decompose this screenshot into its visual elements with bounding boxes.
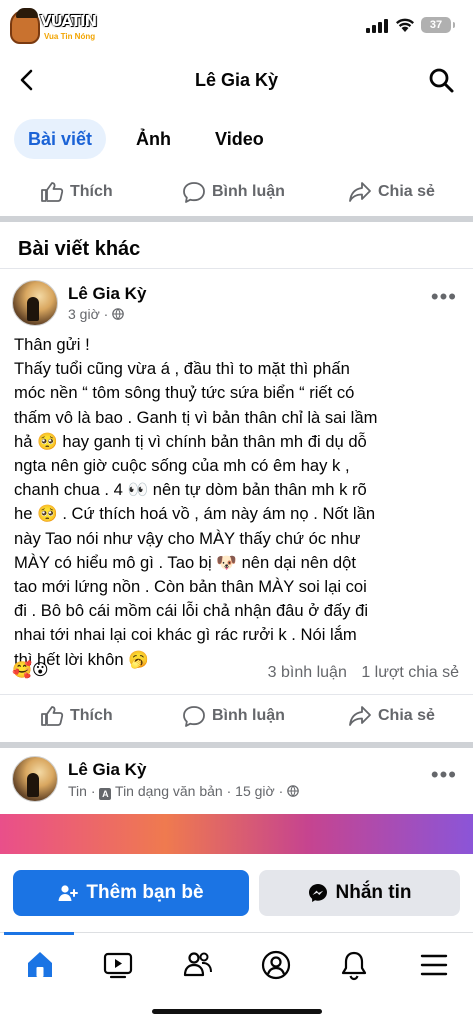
post-line: nhai tới nhai lại coi khác gì rác rưởi k… — [14, 625, 357, 645]
post-author[interactable]: Lê Gia Kỳ — [68, 284, 146, 304]
profile-tabs: Bài viết Ảnh Video — [14, 118, 294, 160]
author-avatar[interactable] — [12, 280, 58, 326]
page-title: Lê Gia Kỳ — [194, 70, 279, 90]
story-preview[interactable] — [0, 814, 473, 854]
post-actions-top: Thích Bình luận Chia sẻ — [0, 172, 473, 212]
profile-icon[interactable] — [260, 949, 292, 981]
comment-label: Bình luận — [212, 707, 285, 724]
tab-photos[interactable]: Ảnh — [122, 119, 185, 159]
header-divider — [0, 268, 473, 269]
tab-videos[interactable]: Video — [201, 119, 278, 159]
home-indicator — [152, 1009, 322, 1014]
post-line: này Tao nói như vậy cho MÀY thấy chứ óc … — [14, 528, 361, 548]
engagement-counts: 3 bình luận 1 lượt chia sẻ — [258, 664, 459, 682]
author-avatar[interactable] — [12, 756, 58, 802]
more-options-icon[interactable]: ••• — [431, 286, 457, 308]
section-divider — [0, 216, 473, 222]
section-title: Bài viết khác — [18, 238, 141, 260]
wifi-icon — [396, 18, 414, 32]
comment-label: Bình luận — [212, 183, 285, 200]
globe-icon — [112, 308, 125, 320]
search-icon[interactable] — [427, 66, 455, 94]
post-line: he 🥺 . Cứ thích hoá vồ , ám này ám nọ . … — [14, 504, 376, 524]
post-line: móc nền “ tôm sông thuỷ tức sứa biển “ r… — [14, 383, 355, 403]
tab-posts[interactable]: Bài viết — [14, 119, 107, 159]
more-options-icon[interactable]: ••• — [431, 764, 457, 786]
post-line: chanh chua . 4 👀 nên tự dòm bản thân mh … — [14, 480, 367, 500]
like-label: Thích — [70, 707, 113, 724]
watermark-brand: VUATIN — [40, 12, 97, 30]
watermark-logo: VUATIN Vua Tin Nóng — [10, 8, 105, 46]
post-line: Thân gửi ! — [14, 335, 90, 354]
share-icon — [349, 706, 371, 726]
post-body: Thân gửi ! Thấy tuổi cũng vừa á , đầu th… — [14, 333, 464, 672]
watermark-mascot — [10, 8, 40, 44]
globe-icon — [287, 785, 299, 797]
like-label: Thích — [70, 183, 113, 200]
post-actions: Thích Bình luận Chia sẻ — [0, 696, 473, 736]
post-line: ngta nên giờ cuộc sống của mh có êm hay … — [14, 456, 350, 476]
comment-icon — [183, 706, 205, 727]
comment-count[interactable]: 3 bình luận — [268, 664, 347, 681]
like-button[interactable]: Thích — [40, 696, 113, 736]
thumbs-up-icon — [41, 182, 64, 202]
share-label: Chia sẻ — [378, 707, 435, 724]
post-line: đi . Bô bô cái mồm cái lỗi chả nhận đâu … — [14, 601, 369, 621]
comment-button[interactable]: Bình luận — [182, 172, 285, 212]
post-timestamp: 3 giờ · — [68, 306, 125, 322]
post-line: thấm vô là bao . Ganh tị vì bản thân chỉ… — [14, 407, 378, 427]
nav-active-indicator — [4, 932, 74, 935]
text-story-icon: A — [99, 788, 112, 800]
post-divider — [0, 694, 473, 695]
share-button[interactable]: Chia sẻ — [348, 696, 435, 736]
share-label: Chia sẻ — [378, 183, 435, 200]
share-count[interactable]: 1 lượt chia sẻ — [361, 664, 459, 681]
bell-icon[interactable] — [338, 949, 370, 981]
share-button[interactable]: Chia sẻ — [348, 172, 435, 212]
comment-icon — [183, 182, 205, 203]
message-button[interactable]: Nhắn tin — [259, 870, 460, 916]
messenger-icon — [308, 884, 327, 902]
video-icon[interactable] — [102, 949, 134, 981]
share-icon — [349, 182, 371, 202]
post-line: hả 🥺 hay ganh tị vì chính bản thân mh đi… — [14, 431, 367, 451]
like-button[interactable]: Thích — [40, 172, 113, 212]
cellular-signal-icon — [366, 19, 388, 33]
menu-icon[interactable] — [418, 949, 450, 981]
thumbs-up-icon — [41, 706, 64, 726]
home-icon[interactable] — [24, 949, 56, 981]
status-bar: VUATIN Vua Tin Nóng 37 — [0, 0, 473, 52]
comment-button[interactable]: Bình luận — [182, 696, 285, 736]
watermark-tagline: Vua Tin Nóng — [44, 32, 96, 41]
profile-header: Lê Gia Kỳ — [0, 56, 473, 104]
post-line: tao mới lứng nồn . Còn bản thân MÀY soi … — [14, 577, 367, 597]
post-line: Thấy tuổi cũng vừa á , đầu thì to mặt th… — [14, 359, 350, 379]
section-divider — [0, 742, 473, 748]
reaction-icons[interactable]: 🥰😮 — [12, 660, 49, 680]
add-friend-button[interactable]: Thêm bạn bè — [13, 870, 249, 916]
battery-indicator: 37 — [421, 17, 455, 33]
post-line: MÀY có hiểu mô gì . Tao bị 🐶 nên dại nên… — [14, 552, 356, 572]
friends-icon[interactable] — [182, 949, 214, 981]
post-meta: Tin · A Tin dạng văn bản · 15 giờ · — [68, 783, 299, 800]
bottom-nav — [0, 932, 473, 998]
post-author[interactable]: Lê Gia Kỳ — [68, 760, 146, 780]
add-friend-icon — [58, 885, 79, 901]
